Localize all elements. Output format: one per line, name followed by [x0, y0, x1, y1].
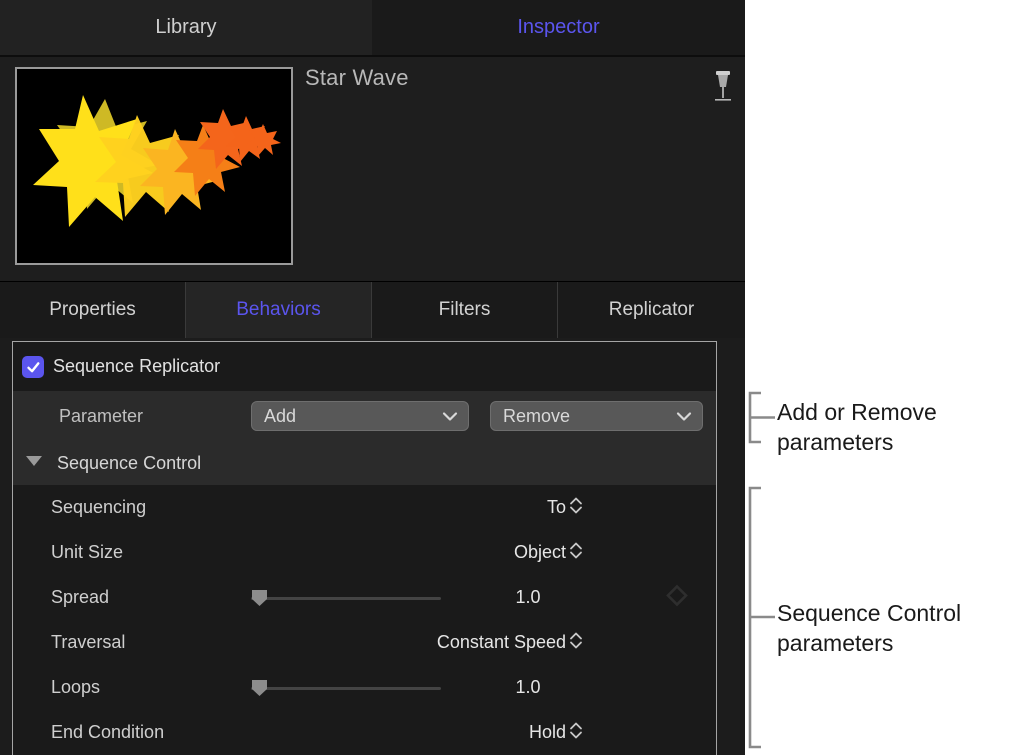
remove-parameter-dropdown[interactable]: Remove: [490, 401, 703, 431]
page-title: Star Wave: [305, 65, 409, 90]
behavior-header-row: Sequence Replicator: [13, 342, 716, 391]
remove-parameter-label: Remove: [503, 405, 571, 426]
inspector-panel: Library Inspector Star Wave Properties B…: [0, 0, 745, 755]
chevron-down-icon: [676, 406, 692, 427]
unit-size-label: Unit Size: [51, 542, 124, 562]
end-condition-label: End Condition: [51, 722, 165, 742]
spread-keyframe-button[interactable]: [665, 583, 689, 612]
object-thumbnail[interactable]: [15, 67, 293, 265]
checkmark-icon: [26, 361, 39, 372]
add-parameter-label: Add: [264, 405, 297, 426]
tab-inspector[interactable]: Inspector: [372, 0, 745, 57]
tab-replicator[interactable]: Replicator: [558, 282, 745, 338]
parameter-addremove-row: Parameter Add Remove: [13, 391, 716, 441]
category-tab-bar: Properties Behaviors Filters Replicator: [0, 282, 745, 338]
tab-filters-label: Filters: [438, 299, 491, 320]
sequence-control-group-title: Sequence Control: [57, 452, 202, 473]
unit-size-value[interactable]: Object: [514, 542, 566, 563]
row-spread: Spread 1.0: [13, 575, 716, 620]
chevron-down-icon: [442, 406, 458, 427]
loops-slider-thumb[interactable]: [251, 679, 268, 697]
spread-label: Spread: [51, 587, 110, 607]
parameter-list: Sequence Replicator Parameter Add Remove: [12, 341, 717, 755]
top-tab-bar: Library Inspector: [0, 0, 745, 57]
loops-value[interactable]: 1.0: [483, 677, 573, 698]
behavior-enable-checkbox[interactable]: [22, 356, 44, 378]
triangle-down-icon[interactable]: [25, 454, 43, 472]
sequencing-label: Sequencing: [51, 497, 147, 517]
row-loops: Loops 1.0: [13, 665, 716, 710]
row-unit-size: Unit Size Object: [13, 530, 716, 575]
spread-slider[interactable]: [251, 589, 441, 607]
tab-behaviors[interactable]: Behaviors: [186, 282, 372, 338]
behavior-name-label: Sequence Replicator: [53, 356, 221, 376]
callout-text-add-remove: Add or Remove parameters: [777, 399, 937, 455]
tab-replicator-label: Replicator: [608, 299, 695, 320]
spread-slider-thumb[interactable]: [251, 589, 268, 607]
sequence-control-group-header[interactable]: Sequence Control: [13, 441, 716, 485]
traversal-stepper[interactable]: [569, 630, 583, 655]
end-condition-value[interactable]: Hold: [529, 722, 566, 743]
sequencing-value[interactable]: To: [547, 497, 566, 518]
tab-library-label: Library: [155, 16, 217, 38]
tab-library[interactable]: Library: [0, 0, 372, 57]
parameter-label: Parameter: [59, 405, 144, 426]
traversal-value[interactable]: Constant Speed: [437, 632, 566, 653]
sequencing-stepper[interactable]: [569, 495, 583, 520]
loops-label: Loops: [51, 677, 101, 697]
preview-header: Star Wave: [0, 57, 745, 282]
tab-filters[interactable]: Filters: [372, 282, 558, 338]
star-wave-thumbnail-art: [17, 69, 291, 263]
loops-slider-track: [251, 686, 441, 690]
add-parameter-dropdown[interactable]: Add: [251, 401, 469, 431]
tab-inspector-label: Inspector: [517, 16, 600, 38]
traversal-label: Traversal: [51, 632, 126, 652]
pin-icon[interactable]: [705, 63, 741, 105]
end-condition-stepper[interactable]: [569, 720, 583, 745]
tab-properties[interactable]: Properties: [0, 282, 186, 338]
tab-behaviors-label: Behaviors: [236, 299, 321, 320]
callout-text-sequence-control: Sequence Control parameters: [777, 600, 962, 656]
loops-slider[interactable]: [251, 679, 441, 697]
callout-annotations: Add or Remove parameters Sequence Contro…: [745, 0, 1021, 755]
row-traversal: Traversal Constant Speed: [13, 620, 716, 665]
row-end-condition: End Condition Hold: [13, 710, 716, 755]
spread-slider-track: [251, 596, 441, 600]
row-sequencing: Sequencing To: [13, 485, 716, 530]
spread-value[interactable]: 1.0: [483, 587, 573, 608]
unit-size-stepper[interactable]: [569, 540, 583, 565]
tab-properties-label: Properties: [49, 299, 136, 320]
